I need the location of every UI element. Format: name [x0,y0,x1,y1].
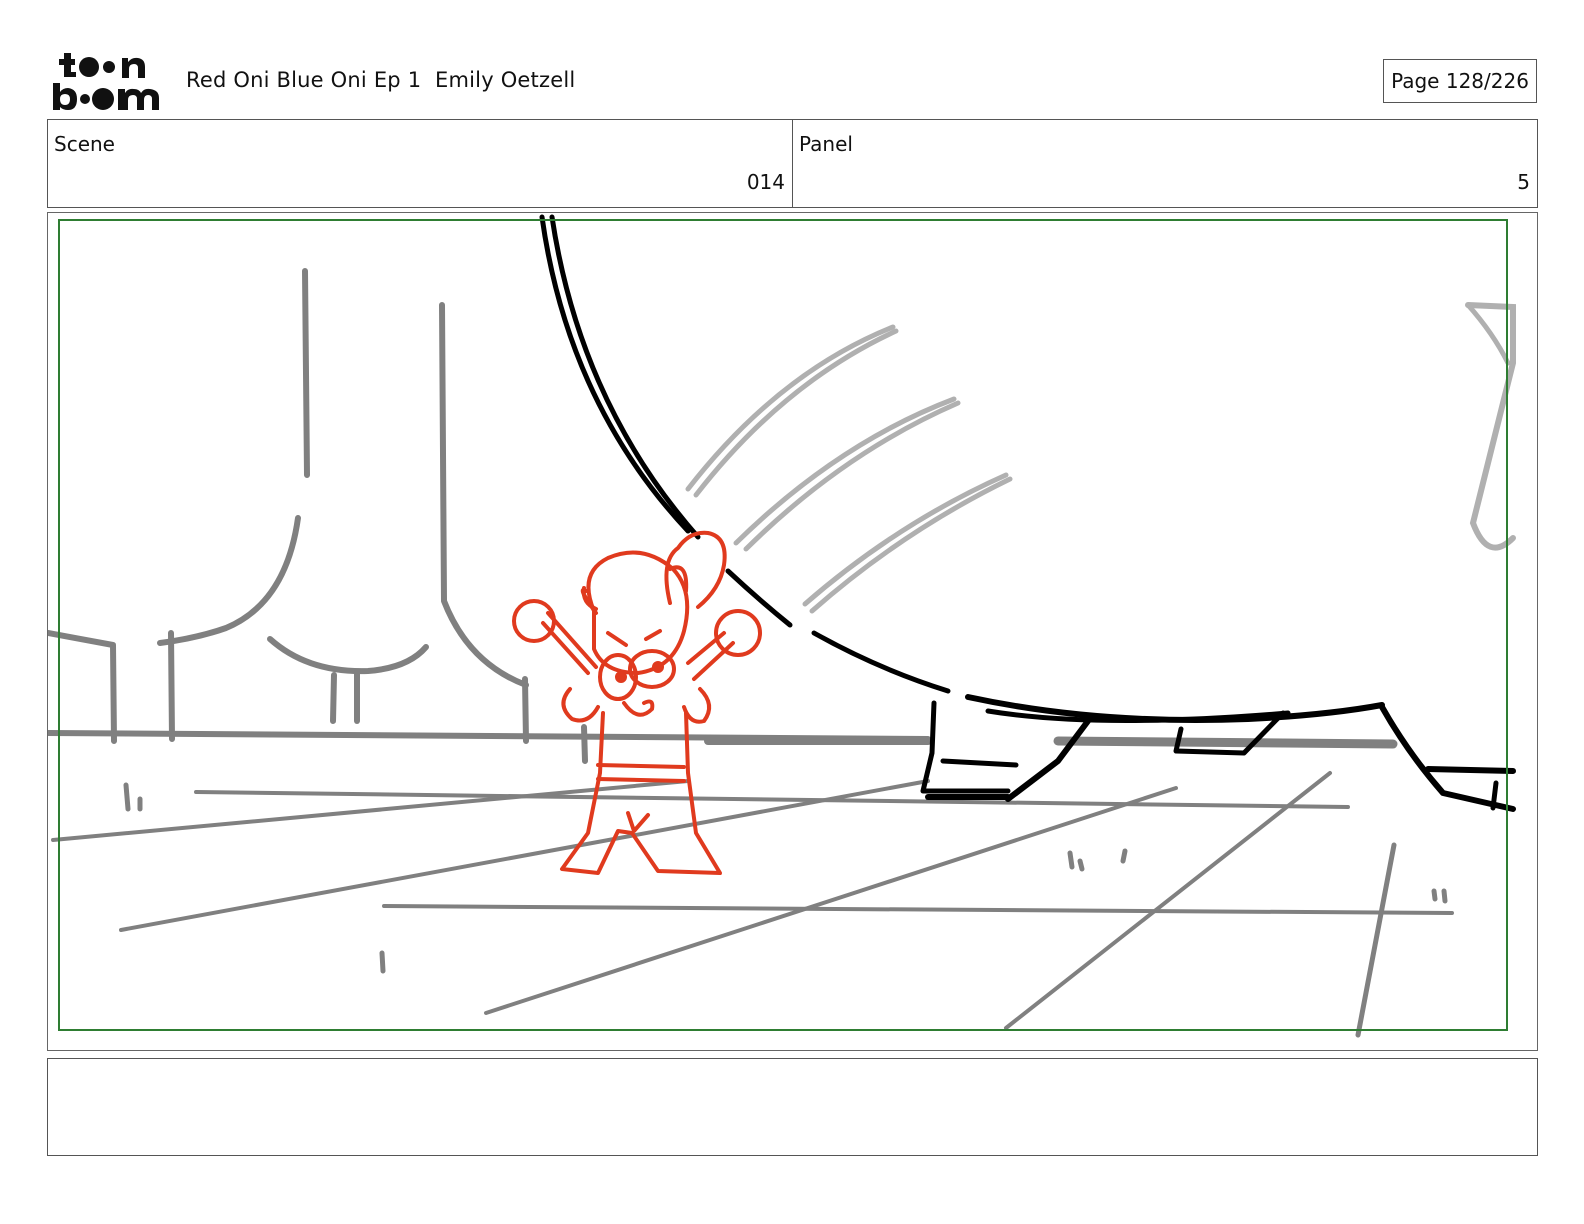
scene-label: Scene [54,132,115,156]
panel-label: Panel [799,132,853,156]
scene-cell: Scene 014 [48,120,792,207]
motion-lines [685,302,1516,614]
scene-panel-info: Scene 014 Panel 5 [47,119,1538,208]
scene-value: 014 [746,170,785,194]
panel-cell: Panel 5 [792,120,1537,207]
panel-sketch [48,214,1516,1038]
panel-value: 5 [1517,170,1530,194]
toonboom-logo [50,50,166,112]
panel-notes [47,1058,1538,1156]
page-indicator: Page 128/226 [1383,59,1537,103]
oni-character [512,530,762,875]
storyboard-panel [47,212,1538,1051]
project-title: Red Oni Blue Oni Ep 1 Emily Oetzell [186,68,576,92]
